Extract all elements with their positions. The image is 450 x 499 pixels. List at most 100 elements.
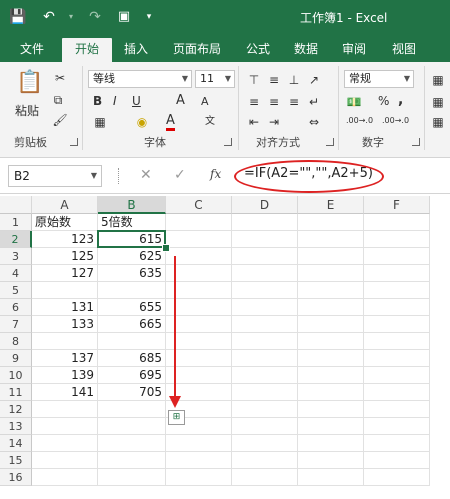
orientation-icon[interactable]: ↗ <box>306 72 322 88</box>
cell-c1[interactable] <box>166 214 232 231</box>
bold-button[interactable]: B <box>93 94 102 108</box>
print-preview-icon[interactable]: ▣ <box>114 6 134 28</box>
cell-f15[interactable] <box>364 452 430 469</box>
cell-f13[interactable] <box>364 418 430 435</box>
tab-review[interactable]: 审阅 <box>332 36 376 62</box>
cell-f8[interactable] <box>364 333 430 350</box>
conditional-format-icon[interactable]: ▦ <box>430 72 446 88</box>
cell-f1[interactable] <box>364 214 430 231</box>
cell-d16[interactable] <box>232 469 298 486</box>
cell-a5[interactable] <box>32 282 98 299</box>
cell-d15[interactable] <box>232 452 298 469</box>
cell-b12[interactable] <box>98 401 166 418</box>
accounting-format-icon[interactable]: 💵 <box>346 94 362 110</box>
cell-f2[interactable] <box>364 231 430 248</box>
comma-button[interactable]: , <box>398 92 403 108</box>
cell-d13[interactable] <box>232 418 298 435</box>
cell-b6[interactable]: 655 <box>98 299 166 316</box>
cell-f12[interactable] <box>364 401 430 418</box>
cell-e6[interactable] <box>298 299 364 316</box>
cell-d6[interactable] <box>232 299 298 316</box>
cell-b9[interactable]: 685 <box>98 350 166 367</box>
underline-button[interactable]: U <box>132 94 141 108</box>
align-left-icon[interactable]: ≡ <box>246 94 262 110</box>
borders-icon[interactable]: ▦ <box>92 114 108 130</box>
align-top-icon[interactable]: ⊤ <box>246 72 262 88</box>
tab-home[interactable]: 开始 <box>62 38 112 62</box>
cell-f10[interactable] <box>364 367 430 384</box>
cell-e14[interactable] <box>298 435 364 452</box>
row-header-14[interactable]: 14 <box>0 435 32 452</box>
cell-a15[interactable] <box>32 452 98 469</box>
cell-a9[interactable]: 137 <box>32 350 98 367</box>
cell-b8[interactable] <box>98 333 166 350</box>
cell-c15[interactable] <box>166 452 232 469</box>
cell-d4[interactable] <box>232 265 298 282</box>
cell-a6[interactable]: 131 <box>32 299 98 316</box>
cell-a10[interactable]: 139 <box>32 367 98 384</box>
cell-e15[interactable] <box>298 452 364 469</box>
clipboard-launcher-icon[interactable] <box>70 138 78 146</box>
row-header-3[interactable]: 3 <box>0 248 32 265</box>
cell-b15[interactable] <box>98 452 166 469</box>
cell-d3[interactable] <box>232 248 298 265</box>
align-middle-icon[interactable]: ≡ <box>266 72 282 88</box>
shrink-font-button[interactable]: A <box>201 95 209 108</box>
cell-d12[interactable] <box>232 401 298 418</box>
paste-button-label[interactable]: 粘贴 <box>15 102 39 119</box>
copy-icon[interactable]: ⧉ <box>50 92 66 108</box>
tab-page-layout[interactable]: 页面布局 <box>164 36 230 62</box>
column-header-f[interactable]: F <box>364 196 430 214</box>
font-name-select[interactable]: 等线 ▼ <box>88 70 192 88</box>
cell-b3[interactable]: 625 <box>98 248 166 265</box>
undo-icon[interactable]: ↶ <box>38 6 60 28</box>
row-header-13[interactable]: 13 <box>0 418 32 435</box>
cell-e11[interactable] <box>298 384 364 401</box>
cell-e16[interactable] <box>298 469 364 486</box>
fill-color-icon[interactable]: ◉ <box>134 114 150 130</box>
row-header-4[interactable]: 4 <box>0 265 32 282</box>
cell-a11[interactable]: 141 <box>32 384 98 401</box>
worksheet-grid[interactable]: A B C D E F 1 原始数 5倍数 2 123 615 3 125 625 4 127 635 5 6 131 6… <box>0 196 450 499</box>
decrease-indent-icon[interactable]: ⇤ <box>246 114 262 130</box>
row-header-6[interactable]: 6 <box>0 299 32 316</box>
phonetic-icon[interactable]: 文 <box>202 114 218 130</box>
customize-toolbar-icon[interactable]: ▾ <box>142 6 156 28</box>
format-table-icon[interactable]: ▦ <box>430 94 446 110</box>
name-box[interactable]: B2 ▼ <box>8 165 102 187</box>
autofill-options-icon[interactable]: ⊞ <box>168 410 185 425</box>
cell-b1[interactable]: 5倍数 <box>98 214 166 231</box>
cell-e4[interactable] <box>298 265 364 282</box>
cell-a8[interactable] <box>32 333 98 350</box>
row-header-16[interactable]: 16 <box>0 469 32 486</box>
column-header-c[interactable]: C <box>166 196 232 214</box>
font-size-select[interactable]: 11 ▼ <box>195 70 235 88</box>
cell-e10[interactable] <box>298 367 364 384</box>
cell-f5[interactable] <box>364 282 430 299</box>
number-launcher-icon[interactable] <box>412 138 420 146</box>
cell-d14[interactable] <box>232 435 298 452</box>
cell-f6[interactable] <box>364 299 430 316</box>
cancel-icon[interactable]: ✕ <box>140 167 152 183</box>
tab-file[interactable]: 文件 <box>6 36 58 62</box>
row-header-11[interactable]: 11 <box>0 384 32 401</box>
cell-c16[interactable] <box>166 469 232 486</box>
wrap-text-icon[interactable]: ↵ <box>306 94 322 110</box>
tab-formulas[interactable]: 公式 <box>236 36 280 62</box>
cell-e12[interactable] <box>298 401 364 418</box>
cell-d5[interactable] <box>232 282 298 299</box>
column-header-e[interactable]: E <box>298 196 364 214</box>
cell-styles-icon[interactable]: ▦ <box>430 114 446 130</box>
cell-b2[interactable]: 615 <box>98 231 166 248</box>
cell-a3[interactable]: 125 <box>32 248 98 265</box>
number-format-select[interactable]: 常规 ▼ <box>344 70 414 88</box>
cell-a2[interactable]: 123 <box>32 231 98 248</box>
cell-d11[interactable] <box>232 384 298 401</box>
row-header-15[interactable]: 15 <box>0 452 32 469</box>
cell-f7[interactable] <box>364 316 430 333</box>
insert-function-icon[interactable]: fx <box>210 167 221 181</box>
undo-dropdown-icon[interactable]: ▾ <box>66 6 76 28</box>
align-center-icon[interactable]: ≡ <box>266 94 282 110</box>
cell-c14[interactable] <box>166 435 232 452</box>
cell-d10[interactable] <box>232 367 298 384</box>
